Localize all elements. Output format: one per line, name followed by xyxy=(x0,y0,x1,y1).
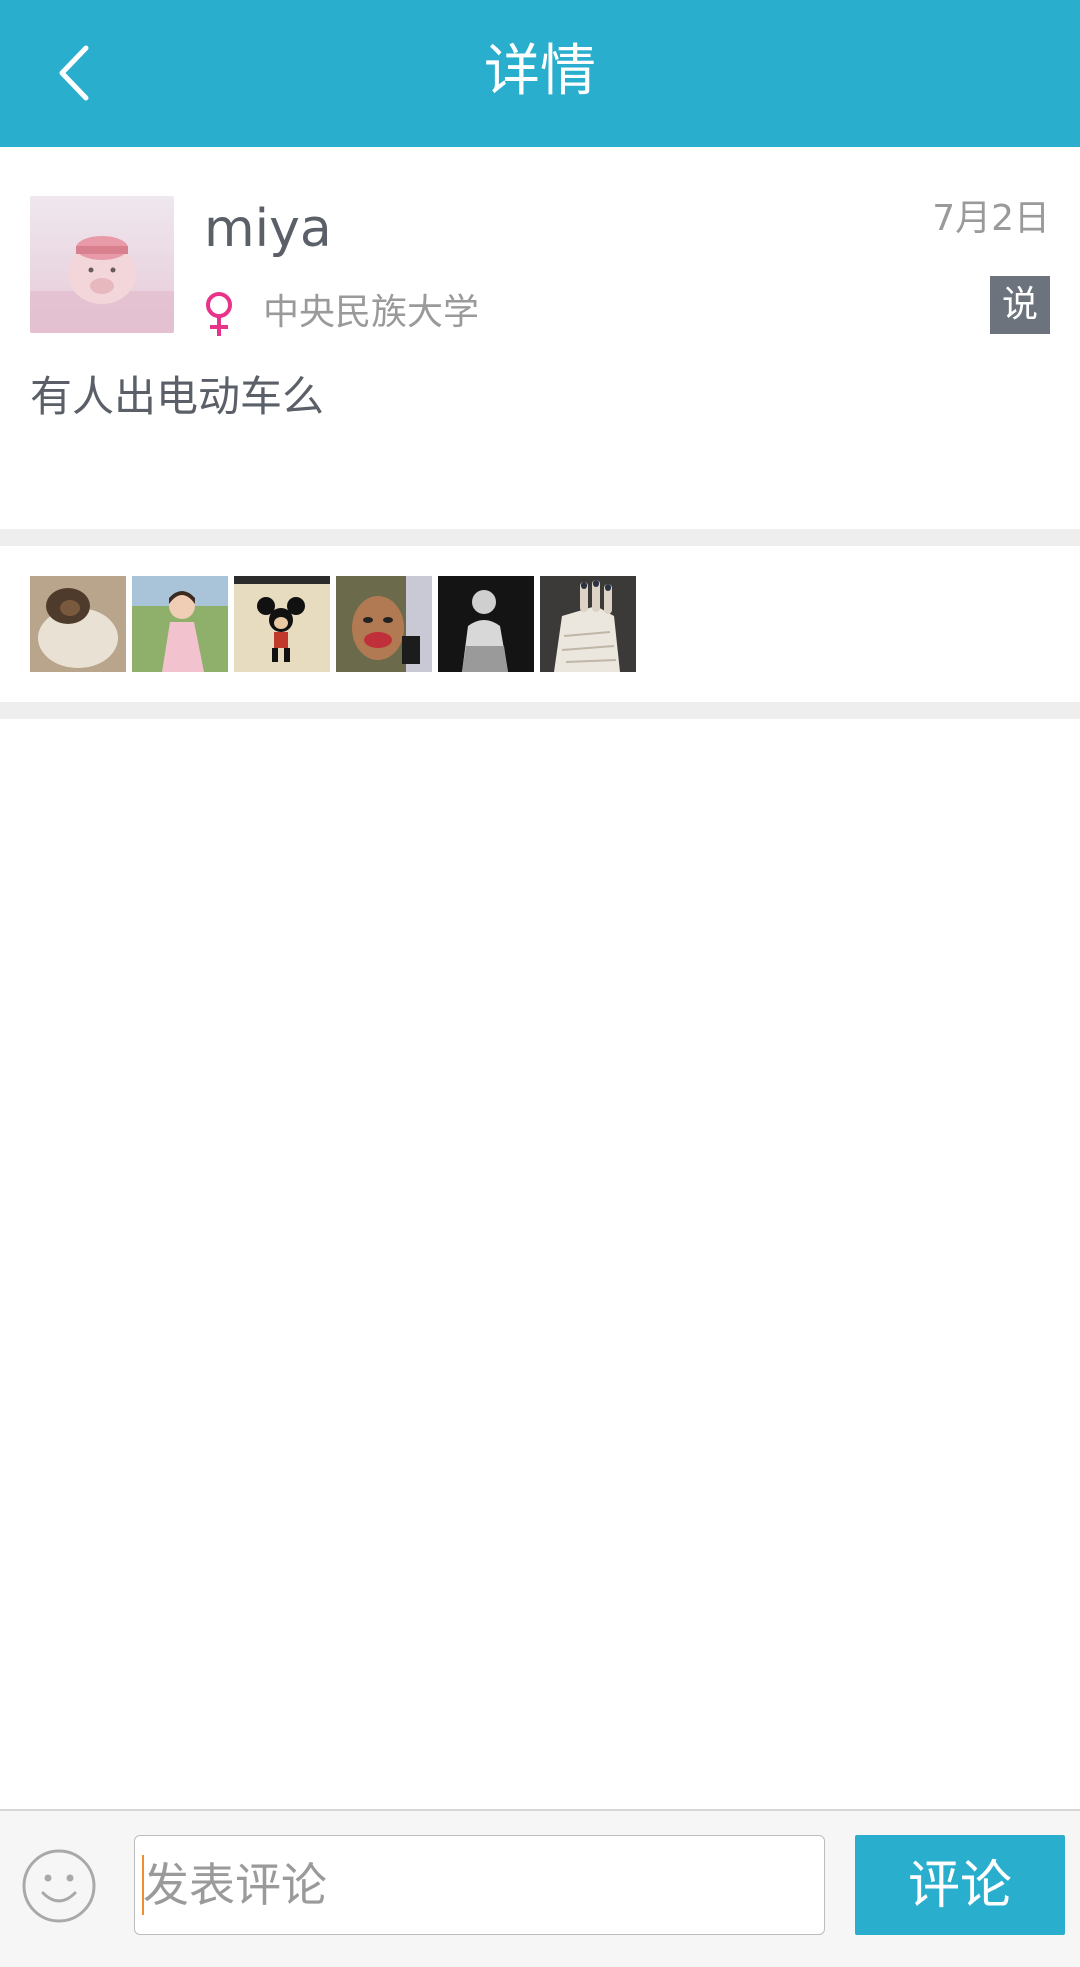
liker-avatar[interactable] xyxy=(30,576,126,672)
comment-bar: 评论 xyxy=(0,1809,1080,1967)
female-icon xyxy=(206,292,232,336)
post-type-badge: 说 xyxy=(990,276,1050,334)
post-content: 有人出电动车么 xyxy=(30,372,325,421)
smiley-icon xyxy=(22,1849,96,1923)
school-name: 中央民族大学 xyxy=(263,292,480,333)
author-name[interactable]: miya xyxy=(204,197,332,261)
section-divider xyxy=(0,702,1080,719)
top-bar: 详情 xyxy=(0,0,1080,147)
page-title: 详情 xyxy=(484,39,596,104)
avatar[interactable] xyxy=(30,196,174,333)
emoji-button[interactable] xyxy=(20,1847,98,1925)
likers-row xyxy=(0,546,1080,702)
post-card: miya 7月2日 中央民族大学 说 有人出电动车么 xyxy=(0,147,1080,529)
liker-avatar[interactable] xyxy=(438,576,534,672)
post-date: 7月2日 xyxy=(932,198,1050,239)
liker-avatar[interactable] xyxy=(132,576,228,672)
liker-avatar[interactable] xyxy=(234,576,330,672)
text-cursor xyxy=(142,1855,144,1915)
liker-avatar[interactable] xyxy=(540,576,636,672)
comment-input[interactable] xyxy=(134,1835,825,1935)
liker-avatar[interactable] xyxy=(336,576,432,672)
section-divider xyxy=(0,529,1080,546)
submit-comment-button[interactable]: 评论 xyxy=(855,1835,1065,1935)
